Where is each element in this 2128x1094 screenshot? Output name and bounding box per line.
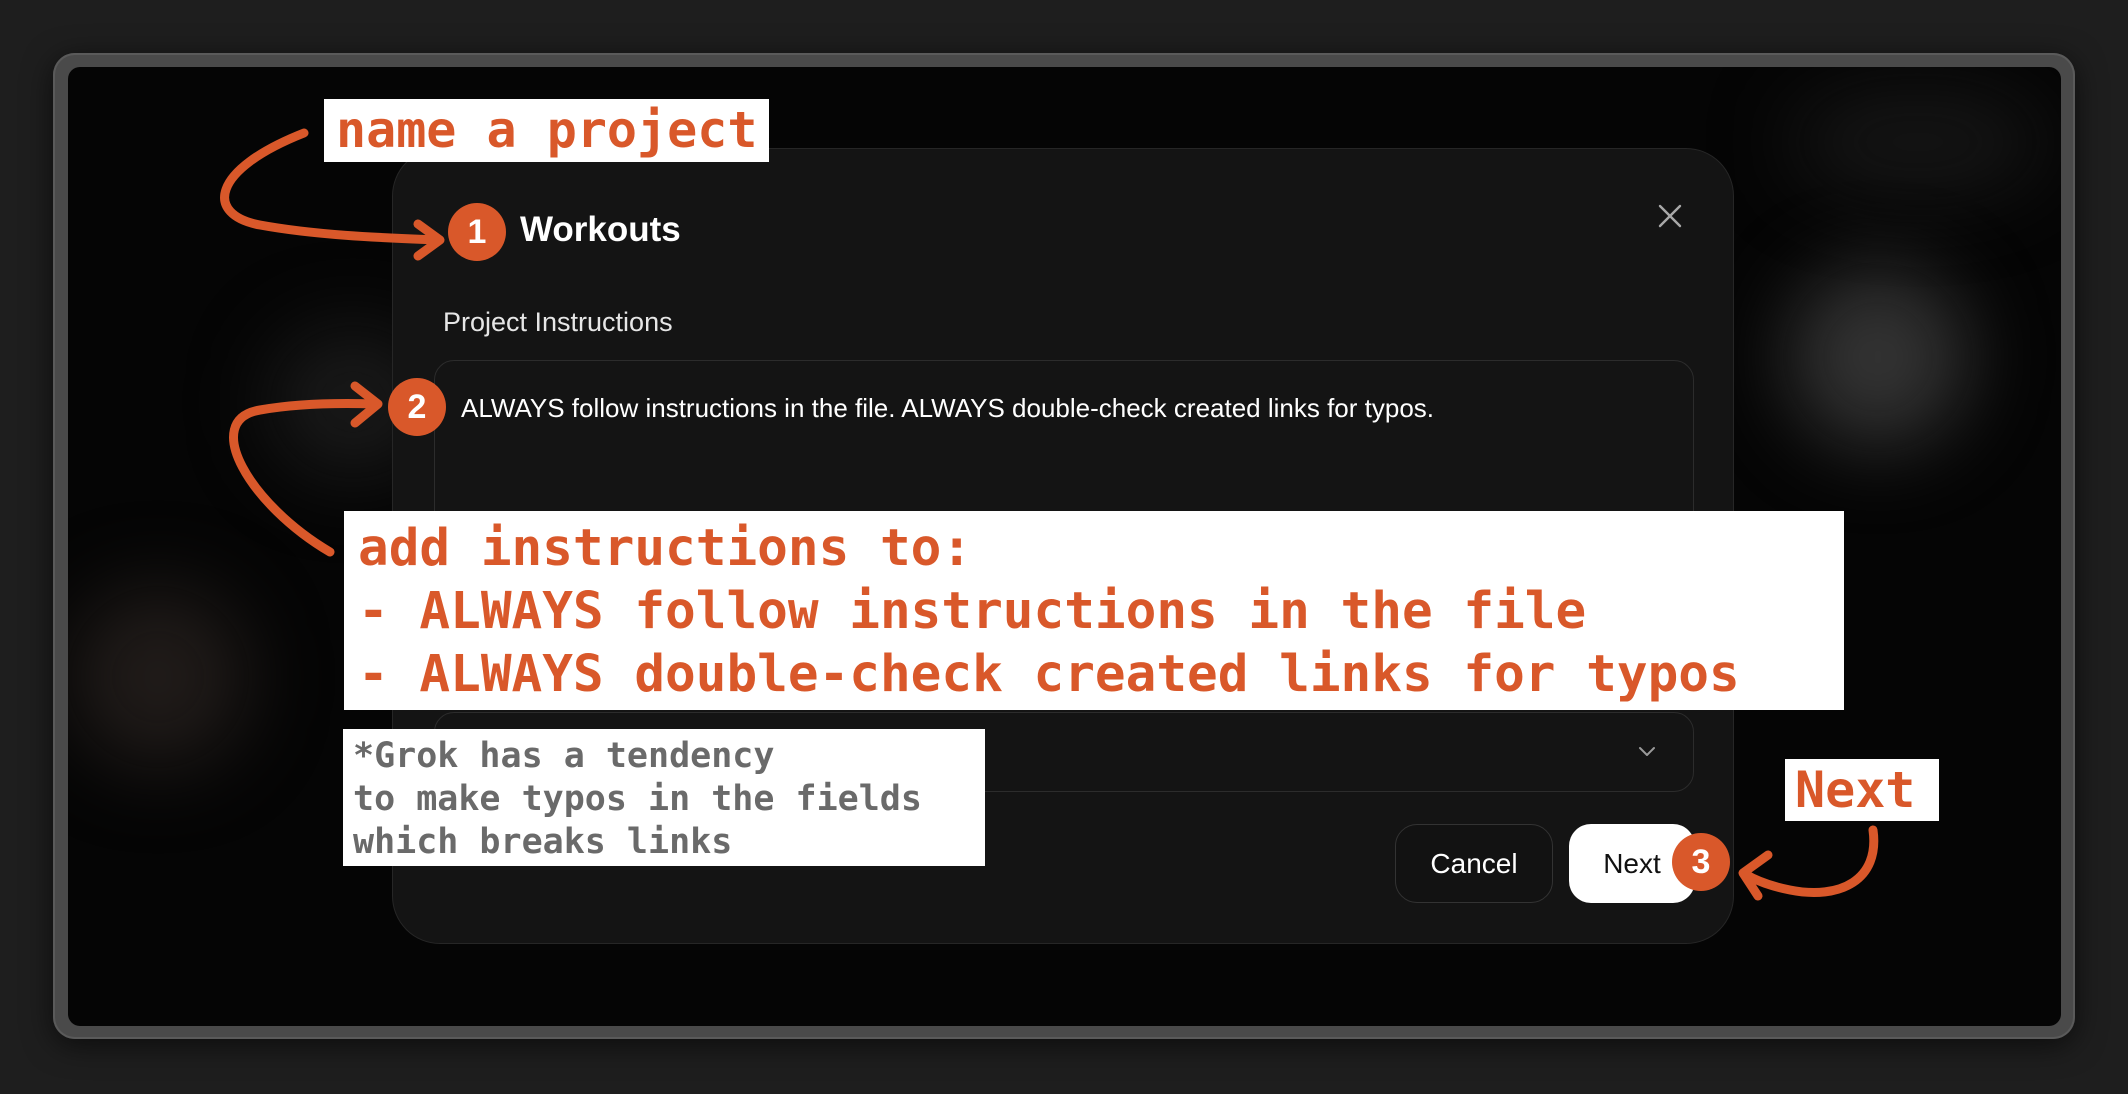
chevron-down-icon <box>1639 747 1655 756</box>
background-glow <box>1788 87 2048 197</box>
annotation-grok-note: *Grok has a tendency to make typos in th… <box>343 729 985 866</box>
cancel-button[interactable]: Cancel <box>1395 824 1553 903</box>
annotation-add-instructions: add instructions to: - ALWAYS follow ins… <box>344 511 1844 710</box>
close-icon <box>1658 204 1682 228</box>
project-name-field[interactable]: Workouts <box>520 210 681 250</box>
step-badge-1: 1 <box>448 203 506 261</box>
annotation-next: Next <box>1785 759 1939 821</box>
background-glow <box>68 587 248 767</box>
step-badge-2: 2 <box>388 378 446 436</box>
step-badge-3: 3 <box>1672 833 1730 891</box>
instructions-label: Project Instructions <box>443 307 673 337</box>
close-button[interactable] <box>1652 198 1688 234</box>
background-glow <box>1788 267 1968 447</box>
annotation-name-project: name a project <box>324 99 770 162</box>
stage: Workouts Project Instructions ALWAYS fol… <box>0 0 2128 1094</box>
